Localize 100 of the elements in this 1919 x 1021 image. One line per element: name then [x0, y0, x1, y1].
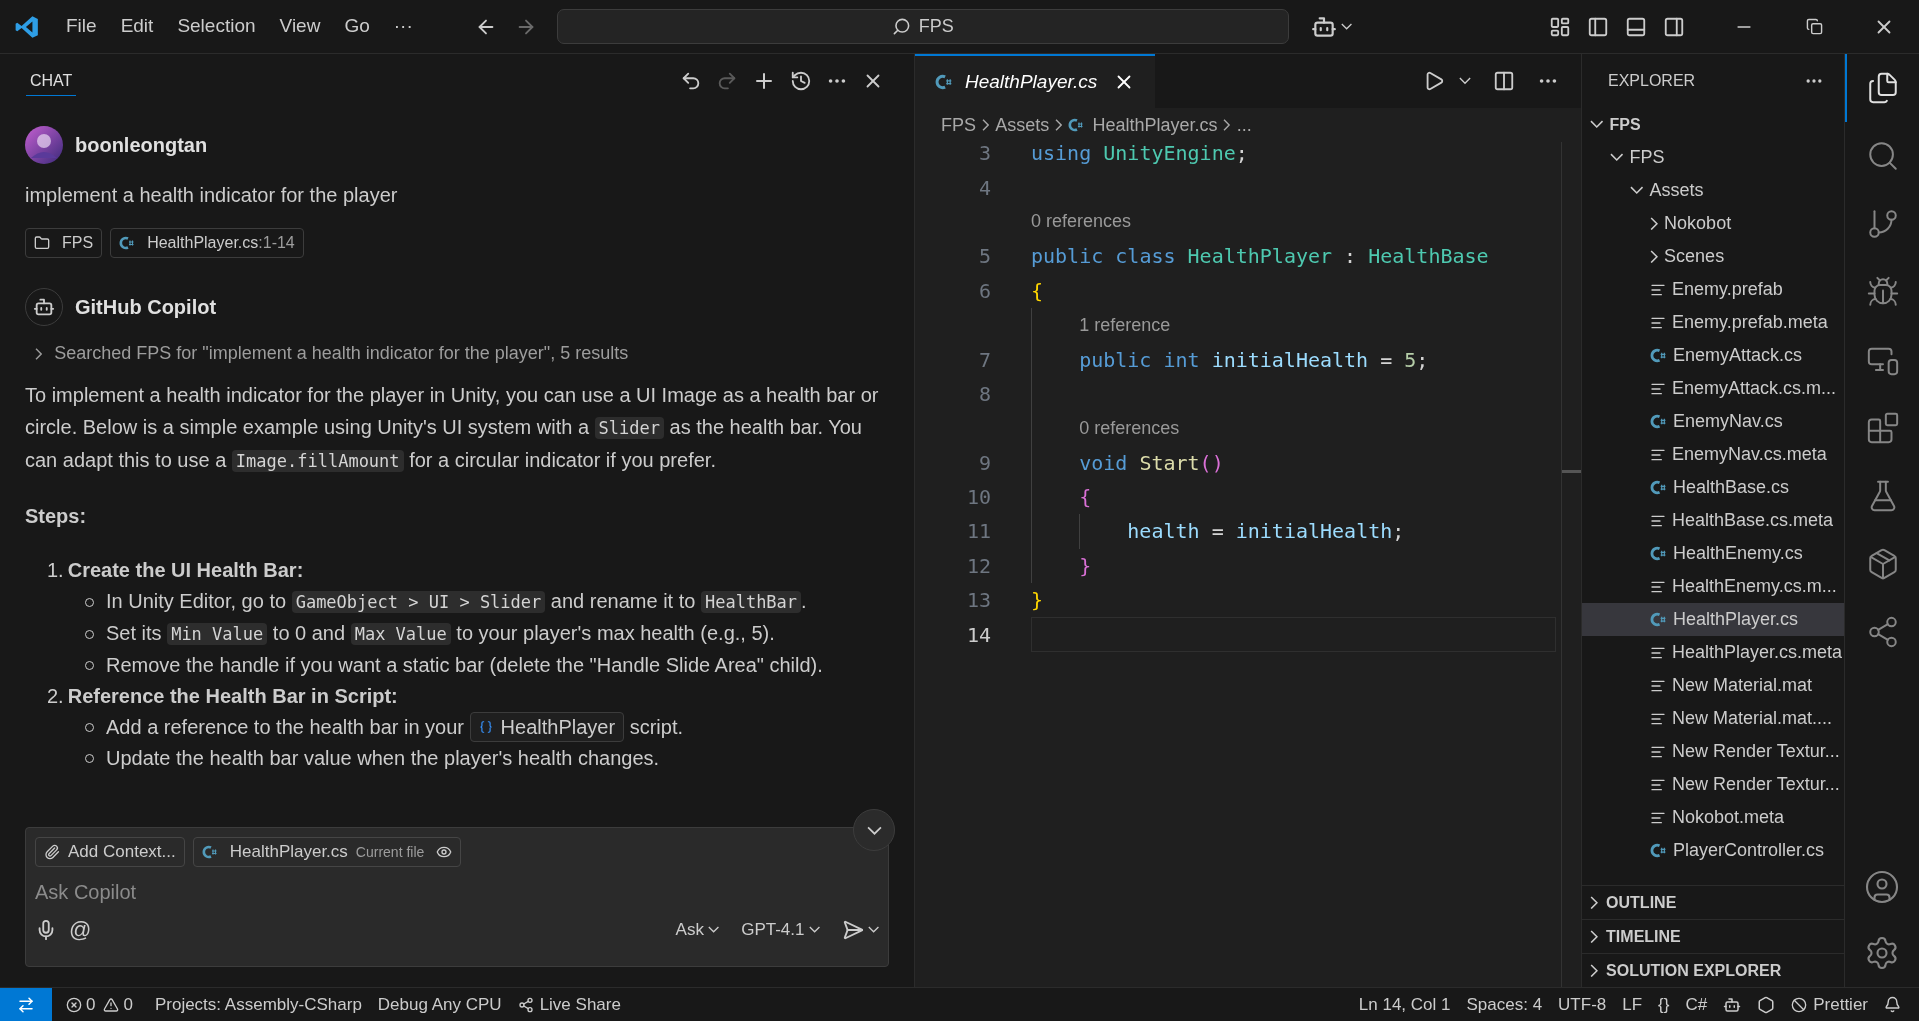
problems-button[interactable]: 0 0 [52, 988, 147, 1021]
status-item[interactable]: C# [1677, 988, 1716, 1021]
add-context-button[interactable]: Add Context... [35, 837, 185, 867]
chat-tab[interactable]: CHAT [26, 66, 77, 96]
tree-item[interactable]: New Material.mat.... [1582, 702, 1844, 735]
context-chip[interactable]: FPS [25, 228, 103, 258]
file-chip[interactable]: HealthPlayer.cs Current file [192, 837, 462, 867]
code-lens[interactable]: 0 references [1031, 208, 1132, 236]
menu-item[interactable]: File [54, 12, 109, 41]
tree-item[interactable]: PlayerController.cs [1582, 834, 1844, 867]
context-chip[interactable]: HealthPlayer.cs:1-14 [110, 228, 304, 258]
line-number: 3 [977, 142, 991, 168]
undo-icon[interactable] [680, 70, 702, 92]
command-center-field[interactable]: FPS [556, 9, 1289, 44]
files-icon[interactable] [1866, 71, 1900, 105]
menu-item[interactable]: View [267, 12, 333, 41]
section-header[interactable]: OUTLINE [1582, 885, 1844, 919]
history-icon[interactable] [790, 70, 812, 92]
tree-item[interactable]: HealthBase.cs [1582, 471, 1844, 504]
split-editor-icon[interactable] [1493, 70, 1515, 92]
toggle-sidebar-icon[interactable] [1587, 15, 1609, 38]
menu-item[interactable]: Selection [165, 12, 268, 41]
menu-item[interactable]: Edit [108, 12, 166, 41]
menu-item[interactable]: ··· [381, 12, 425, 41]
tree-item[interactable]: New Material.mat [1582, 669, 1844, 702]
blocks-icon[interactable] [1866, 411, 1900, 445]
tree-item[interactable]: FPS [1582, 108, 1844, 141]
redo-icon[interactable] [716, 70, 738, 92]
notifications-icon[interactable] [1884, 996, 1901, 1013]
symbol-link[interactable]: HealthPlayer [469, 712, 625, 742]
model-dropdown[interactable]: GPT-4.1 [741, 917, 820, 943]
status-item[interactable]: Spaces: 4 [1458, 988, 1551, 1021]
branch-icon[interactable] [1866, 207, 1900, 241]
settings-icon[interactable] [1864, 935, 1900, 971]
steps-heading: Steps: [25, 504, 88, 529]
send-button[interactable] [841, 918, 879, 941]
tree-item[interactable]: HealthPlayer.cs.meta [1582, 636, 1844, 669]
live-share-button[interactable]: Live Share [509, 988, 629, 1021]
hexagon-icon[interactable] [1757, 995, 1776, 1014]
remote-icon[interactable] [17, 995, 35, 1014]
toggle-panel-icon[interactable] [1625, 15, 1647, 38]
copilot-icon[interactable] [1723, 995, 1742, 1014]
search-icon[interactable] [1866, 139, 1900, 173]
chevron-icon [808, 926, 820, 934]
restore-icon[interactable] [1805, 18, 1823, 35]
status-item[interactable]: {} [1650, 988, 1678, 1021]
layout-icon[interactable] [1549, 15, 1571, 38]
tree-item[interactable]: EnemyNav.cs.meta [1582, 438, 1844, 471]
status-item[interactable]: UTF-8 [1550, 988, 1615, 1021]
status-item[interactable]: Ln 14, Col 1 [1350, 988, 1459, 1021]
csharp-icon [1650, 842, 1667, 859]
csharp-icon [1650, 347, 1667, 364]
tree-item[interactable]: EnemyAttack.cs [1582, 339, 1844, 372]
code-lens[interactable]: 1 reference [1079, 311, 1171, 339]
tree-item[interactable]: Nokobot.meta [1582, 801, 1844, 834]
chat-input-field[interactable]: Ask Copilot [35, 877, 879, 907]
paperclip-icon [44, 844, 60, 860]
tree-item[interactable]: EnemyAttack.cs.m... [1582, 372, 1844, 405]
share-icon[interactable] [1866, 615, 1900, 649]
breadcrumb-item[interactable]: Assets [995, 111, 1050, 139]
tree-item[interactable]: Assets [1582, 174, 1844, 207]
app-logo-icon[interactable] [14, 13, 40, 40]
tree-item[interactable]: New Render Textur... [1582, 735, 1844, 768]
status-item[interactable]: Debug Any CPU [369, 988, 510, 1021]
editor-tab[interactable]: HealthPlayer.cs [915, 54, 1156, 108]
breadcrumb-item[interactable]: FPS [941, 111, 976, 139]
menu-item[interactable]: Go [332, 12, 382, 41]
tree-item[interactable]: HealthBase.cs.meta [1582, 504, 1844, 537]
tree-item[interactable]: EnemyNav.cs [1582, 405, 1844, 438]
package-icon[interactable] [1866, 547, 1900, 581]
mention-button[interactable]: @ [69, 918, 92, 941]
toggle-secondary-sidebar-icon[interactable] [1663, 15, 1685, 38]
tree-item[interactable]: FPS [1582, 141, 1844, 174]
tree-item[interactable]: Enemy.prefab [1582, 273, 1844, 306]
section-header[interactable]: TIMELINE [1582, 919, 1844, 953]
mode-dropdown[interactable]: Ask [675, 917, 720, 943]
tree-item[interactable]: New Render Textur... [1582, 768, 1844, 801]
tree-item[interactable]: HealthPlayer.cs [1582, 603, 1844, 636]
eye-icon[interactable] [436, 844, 453, 860]
scroll-down-button[interactable] [853, 809, 895, 851]
code-lens[interactable]: 0 references [1079, 414, 1180, 442]
status-item[interactable]: LF [1614, 988, 1651, 1021]
chevron-icon[interactable] [1340, 23, 1352, 30]
tree-item[interactable]: Enemy.prefab.meta [1582, 306, 1844, 339]
account-icon[interactable] [1864, 869, 1900, 905]
chevron-icon[interactable] [1459, 77, 1471, 85]
status-item[interactable]: Projects: Assembly-CSharp [146, 988, 370, 1021]
breadcrumb-item[interactable]: ... [1236, 111, 1252, 139]
search-result-toggle[interactable]: Searched FPS for "implement a health indicator for the player", 5 results [35, 340, 889, 367]
tree-item[interactable]: HealthEnemy.cs.m... [1582, 570, 1844, 603]
csharp-icon [119, 235, 136, 251]
tree-item[interactable]: HealthEnemy.cs [1582, 537, 1844, 570]
bug-icon[interactable] [1866, 275, 1900, 309]
chevron-icon [1610, 153, 1624, 162]
tree-item[interactable]: Scenes [1582, 240, 1844, 273]
inline-code: Slider [594, 417, 664, 439]
breadcrumb-item[interactable]: HealthPlayer.cs [1068, 111, 1218, 139]
line-number: 6 [977, 277, 991, 305]
prettier-button[interactable]: Prettier [1783, 988, 1876, 1021]
tree-item[interactable]: Nokobot [1582, 207, 1844, 240]
